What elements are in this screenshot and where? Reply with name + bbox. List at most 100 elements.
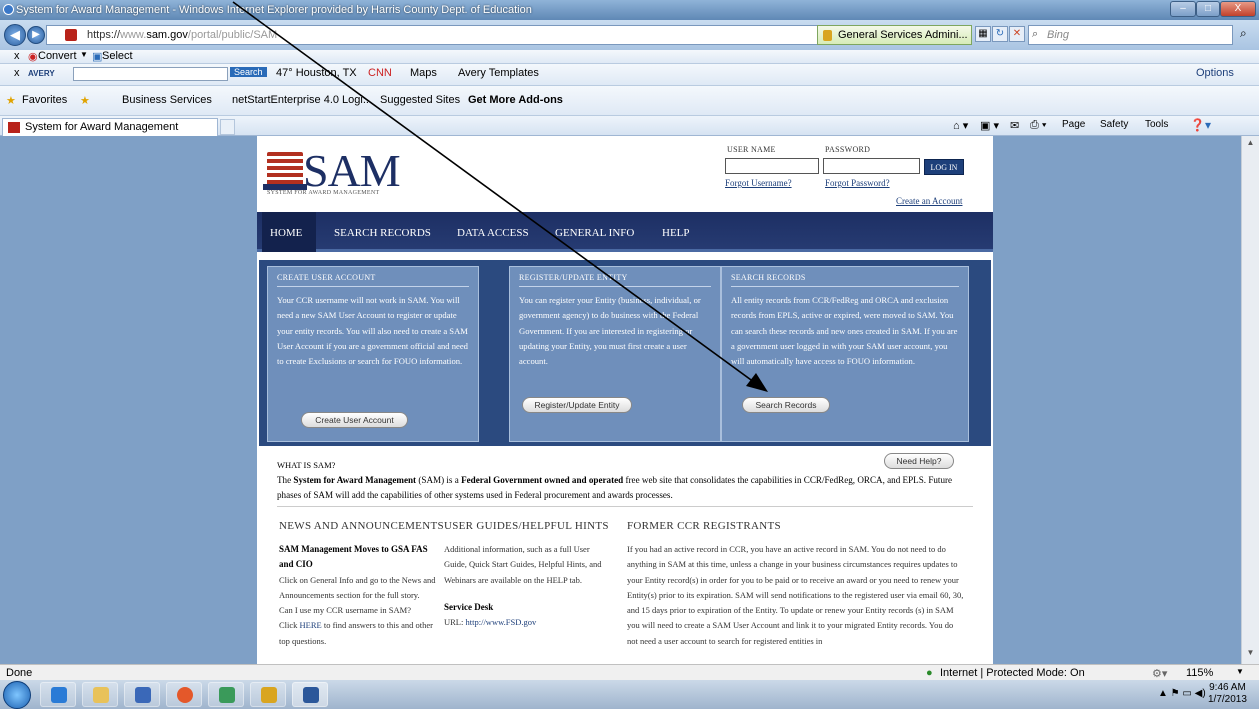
news-title[interactable]: SAM Management Moves to GSA FAS and CIO <box>279 544 428 569</box>
sam-page: SAM SYSTEM FOR AWARD MANAGEMENT USER NAM… <box>257 136 993 664</box>
taskbar-media-icon[interactable] <box>124 682 160 707</box>
search-placeholder: Bing <box>1047 29 1070 41</box>
desc-text-1: The <box>277 475 294 485</box>
url-label: URL: <box>444 617 466 628</box>
convert-dropdown-icon[interactable]: ▼ <box>80 50 88 59</box>
options-button[interactable]: Options <box>1196 67 1234 79</box>
taskbar-lync-icon[interactable] <box>208 682 244 707</box>
back-button[interactable]: ◀ <box>4 24 26 46</box>
tab-bar: System for Award Management ⌂ ▾ ▣ ▾ ✉ ⎙ … <box>0 116 1259 136</box>
favorite-suggested-sites[interactable]: Suggested Sites <box>380 94 460 106</box>
password-label: PASSWORD <box>825 145 871 154</box>
search-records-panel: SEARCH RECORDS All entity records from C… <box>721 266 969 442</box>
close-button[interactable]: X <box>1220 1 1256 17</box>
address-field[interactable]: https://www.sam.gov/portal/public/SAM <box>46 25 892 45</box>
print-icon[interactable]: ⎙ ▾ <box>1030 119 1046 132</box>
tools-menu[interactable]: Tools <box>1145 119 1168 130</box>
add-favorite-icon[interactable]: ★ <box>80 94 90 107</box>
weather-button[interactable]: 47° Houston, TX <box>276 67 357 79</box>
favorite-business-services[interactable]: Business Services <box>122 94 212 106</box>
refresh-icon[interactable]: ↻ <box>992 26 1008 42</box>
forward-button[interactable]: ▶ <box>27 26 45 44</box>
nav-search-records[interactable]: SEARCH RECORDS <box>334 227 431 239</box>
search-input[interactable]: ⌕ Bing <box>1028 25 1233 45</box>
url-host: sam.gov <box>146 29 188 41</box>
start-button[interactable] <box>3 681 31 709</box>
safety-menu[interactable]: Safety <box>1100 119 1128 130</box>
create-user-account-button[interactable]: Create User Account <box>301 412 408 428</box>
cnn-button[interactable]: CNN <box>368 67 392 79</box>
vertical-scrollbar[interactable]: ▲ ▼ <box>1241 136 1259 664</box>
forgot-password-link[interactable]: Forgot Password? <box>825 178 890 188</box>
system-clock[interactable]: 9:46 AM 1/7/2013 <box>1208 682 1247 706</box>
home-icon[interactable]: ⌂ ▾ <box>953 119 968 132</box>
avery-search-input[interactable] <box>73 67 228 81</box>
former-ccr-column: If you had an active record in CCR, you … <box>627 542 965 649</box>
taskbar-app-icon[interactable] <box>166 682 202 707</box>
scroll-up-icon[interactable]: ▲ <box>1244 138 1257 151</box>
here-link[interactable]: HERE <box>300 620 322 630</box>
clock-time: 9:46 AM <box>1209 682 1246 693</box>
page-viewport: SAM SYSTEM FOR AWARD MANAGEMENT USER NAM… <box>8 136 1241 664</box>
fsd-link[interactable]: http://www.FSD.gov <box>466 617 537 627</box>
favorite-netstart[interactable]: netStartEnterprise 4.0 Logi... <box>232 94 372 106</box>
nav-data-access[interactable]: DATA ACCESS <box>457 227 529 239</box>
minimize-button[interactable]: – <box>1170 1 1196 17</box>
maximize-button[interactable]: □ <box>1196 1 1220 17</box>
select-button[interactable]: Select <box>102 50 133 62</box>
nav-help[interactable]: HELP <box>662 227 690 239</box>
favorites-button[interactable]: Favorites <box>22 94 67 106</box>
username-label: USER NAME <box>727 145 776 154</box>
new-tab-button[interactable] <box>220 119 235 135</box>
username-input[interactable] <box>725 158 819 174</box>
url-path: /portal/public/SAM <box>187 29 278 41</box>
help-icon[interactable]: ❓▾ <box>1190 118 1211 132</box>
maps-button[interactable]: Maps <box>410 67 437 79</box>
convert-button[interactable]: Convert <box>38 50 77 62</box>
forgot-username-link[interactable]: Forgot Username? <box>725 178 792 188</box>
taskbar-word-icon[interactable] <box>292 682 328 707</box>
tab-sam[interactable]: System for Award Management <box>2 118 218 136</box>
nav-home[interactable]: HOME <box>270 227 302 239</box>
password-input[interactable] <box>823 158 920 174</box>
address-toolbar: ◀ ▶ https://www.sam.gov/portal/public/SA… <box>0 20 1259 50</box>
favorite-get-addons[interactable]: Get More Add-ons <box>468 94 563 106</box>
zoom-dropdown-icon[interactable]: ▼ <box>1236 667 1244 676</box>
avery-toolbar: x AVERY Search 47° Houston, TX CNN Maps … <box>0 64 1259 86</box>
compatibility-icon[interactable]: ▦ <box>975 26 991 42</box>
need-help-button[interactable]: Need Help? <box>884 453 954 469</box>
sam-logo[interactable]: SAM SYSTEM FOR AWARD MANAGEMENT <box>263 145 417 196</box>
news-question: Can I use my CCR username in SAM? <box>279 605 411 616</box>
panel-heading: CREATE USER ACCOUNT <box>277 273 469 287</box>
taskbar-explorer-icon[interactable] <box>82 682 118 707</box>
zoom-level[interactable]: 115% <box>1186 667 1213 679</box>
close-toolbar-icon[interactable]: x <box>14 50 20 62</box>
desc-text-2: (SAM) is a <box>416 475 462 485</box>
login-button[interactable]: LOG IN <box>924 159 964 175</box>
mail-icon[interactable]: ✉ <box>1010 119 1019 132</box>
close-toolbar-icon[interactable]: x <box>14 67 20 79</box>
tray-icons[interactable]: ▲ ⚑ ▭ ◀) <box>1158 688 1206 699</box>
url-prefix: www. <box>120 29 147 41</box>
main-nav: HOME SEARCH RECORDS DATA ACCESS GENERAL … <box>257 212 993 252</box>
favorites-bar: ★ Favorites ★ Business Services netStart… <box>0 86 1259 116</box>
nav-general-info[interactable]: GENERAL INFO <box>555 227 634 239</box>
avery-templates-button[interactable]: Avery Templates <box>458 67 539 79</box>
avery-logo[interactable]: AVERY <box>28 69 55 78</box>
feeds-icon[interactable]: ▣ ▾ <box>980 119 999 132</box>
security-zone[interactable]: Internet | Protected Mode: On <box>940 667 1085 679</box>
register-update-entity-button[interactable]: Register/Update Entity <box>522 397 632 413</box>
taskbar-ie-icon[interactable] <box>40 682 76 707</box>
taskbar-folder-icon[interactable] <box>250 682 286 707</box>
page-menu[interactable]: Page <box>1062 119 1085 130</box>
avery-search-button[interactable]: Search <box>230 67 267 77</box>
search-go-icon[interactable]: ⌕ <box>1240 26 1247 41</box>
stop-icon[interactable]: ✕ <box>1009 26 1025 42</box>
protected-mode-icon[interactable]: ⚙▾ <box>1152 667 1167 680</box>
globe-icon: ● <box>926 667 933 679</box>
scroll-down-icon[interactable]: ▼ <box>1244 648 1257 661</box>
create-account-link[interactable]: Create an Account <box>896 196 962 206</box>
sam-description: The System for Award Management (SAM) is… <box>277 473 977 503</box>
search-records-button[interactable]: Search Records <box>742 397 830 413</box>
site-identity[interactable]: General Services Admini... <box>817 25 972 45</box>
